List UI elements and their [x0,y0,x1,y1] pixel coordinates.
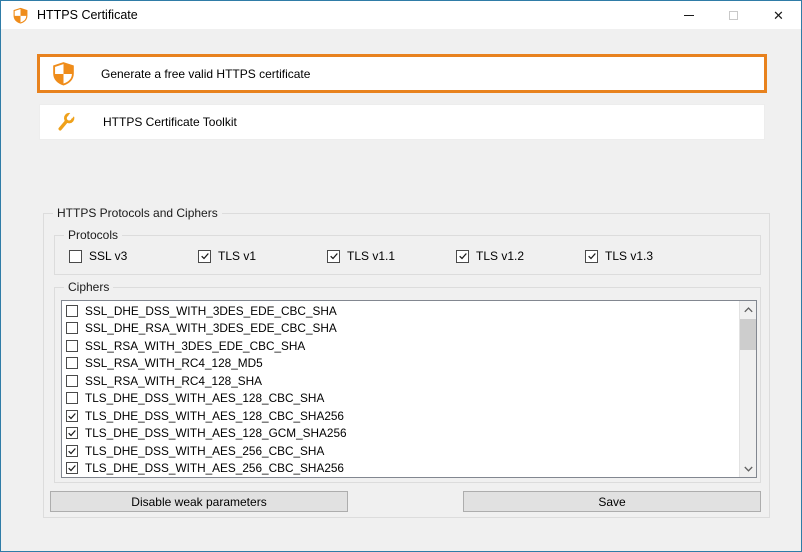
cipher-label: TLS_DHE_DSS_WITH_AES_128_GCM_SHA256 [85,426,347,440]
ciphers-scrollbar[interactable] [739,301,756,477]
protocols-and-ciphers-group-label: HTTPS Protocols and Ciphers [53,206,222,220]
checkbox-box [585,250,598,263]
protocol-label: TLS v1.1 [347,249,395,263]
checkbox-box [456,250,469,263]
minimize-icon [684,15,694,16]
checkbox-box [66,375,78,387]
disable-weak-parameters-button[interactable]: Disable weak parameters [50,491,348,512]
checkbox-box [66,340,78,352]
checkbox-box [66,392,78,404]
wrench-icon [53,110,78,135]
chevron-down-icon [744,466,753,472]
protocol-checkbox-tls-v1-2[interactable]: TLS v1.2 [456,249,585,263]
cipher-checkbox-tls-dhe-dss-with-aes-128-cbc-sha256[interactable]: TLS_DHE_DSS_WITH_AES_128_CBC_SHA256 [62,407,739,425]
shield-icon [12,7,29,24]
ciphers-group: Ciphers SSL_DHE_DSS_WITH_3DES_EDE_CBC_SH… [54,287,761,483]
cipher-checkbox-ssl-dhe-rsa-with-3des-ede-cbc-sha[interactable]: SSL_DHE_RSA_WITH_3DES_EDE_CBC_SHA [62,320,739,338]
protocols-and-ciphers-group: HTTPS Protocols and Ciphers Protocols SS… [43,213,770,518]
protocol-checkbox-tls-v1[interactable]: TLS v1 [198,249,327,263]
title-bar: HTTPS Certificate ✕ [1,1,801,29]
shield-icon [51,61,76,86]
checkbox-box [66,305,78,317]
certificate-toolkit-button[interactable]: HTTPS Certificate Toolkit [39,104,765,140]
cipher-checkbox-tls-dhe-dss-with-aes-128-gcm-sha256[interactable]: TLS_DHE_DSS_WITH_AES_128_GCM_SHA256 [62,425,739,443]
checkbox-box [327,250,340,263]
checkbox-box [69,250,82,263]
ciphers-listbox: SSL_DHE_DSS_WITH_3DES_EDE_CBC_SHA SSL_DHE… [61,300,757,478]
maximize-icon [729,11,738,20]
cipher-label: SSL_DHE_RSA_WITH_3DES_EDE_CBC_SHA [85,321,337,335]
close-button[interactable]: ✕ [756,1,801,29]
checkbox-box [66,427,78,439]
window-title: HTTPS Certificate [37,8,138,22]
save-button[interactable]: Save [463,491,761,512]
generate-certificate-button[interactable]: Generate a free valid HTTPS certificate [37,54,767,93]
checkbox-box [66,445,78,457]
protocols-group-label: Protocols [64,228,122,242]
cipher-label: SSL_DHE_DSS_WITH_3DES_EDE_CBC_SHA [85,304,337,318]
cipher-checkbox-ssl-rsa-with-rc4-128-sha[interactable]: SSL_RSA_WITH_RC4_128_SHA [62,372,739,390]
cipher-label: SSL_RSA_WITH_RC4_128_SHA [85,374,262,388]
scroll-up-button[interactable] [740,301,756,318]
protocols-checkbox-row: SSL v3 TLS v1 TLS v1.1 TLS v1.2 TLS v1.3 [69,248,714,264]
chevron-up-icon [744,307,753,313]
checkbox-box [198,250,211,263]
checkbox-box [66,462,78,474]
ciphers-group-label: Ciphers [64,280,113,294]
ciphers-list: SSL_DHE_DSS_WITH_3DES_EDE_CBC_SHA SSL_DHE… [62,301,739,477]
cipher-label: SSL_RSA_WITH_RC4_128_MD5 [85,356,263,370]
certificate-toolkit-label: HTTPS Certificate Toolkit [103,115,237,129]
minimize-button[interactable] [666,1,711,29]
cipher-checkbox-tls-dhe-dss-with-aes-256-cbc-sha256[interactable]: TLS_DHE_DSS_WITH_AES_256_CBC_SHA256 [62,460,739,478]
cipher-checkbox-ssl-rsa-with-rc4-128-md5[interactable]: SSL_RSA_WITH_RC4_128_MD5 [62,355,739,373]
protocol-checkbox-tls-v1-3[interactable]: TLS v1.3 [585,249,714,263]
protocol-label: TLS v1.3 [605,249,653,263]
protocol-checkbox-ssl-v3[interactable]: SSL v3 [69,249,198,263]
cipher-checkbox-ssl-dhe-dss-with-3des-ede-cbc-sha[interactable]: SSL_DHE_DSS_WITH_3DES_EDE_CBC_SHA [62,302,739,320]
close-icon: ✕ [773,9,784,22]
cipher-label: TLS_DHE_DSS_WITH_AES_256_CBC_SHA256 [85,461,344,475]
app-window: HTTPS Certificate ✕ Generate a free vali… [0,0,802,552]
scroll-down-button[interactable] [740,460,756,477]
cipher-label: TLS_DHE_DSS_WITH_AES_128_CBC_SHA [85,391,324,405]
protocols-group: Protocols SSL v3TLS v1TLS v1.1TLS v1.2TL… [54,235,761,275]
protocol-label: TLS v1.2 [476,249,524,263]
scrollbar-track[interactable] [740,318,756,460]
maximize-button[interactable] [711,1,756,29]
cipher-checkbox-ssl-rsa-with-3des-ede-cbc-sha[interactable]: SSL_RSA_WITH_3DES_EDE_CBC_SHA [62,337,739,355]
protocol-checkbox-tls-v1-1[interactable]: TLS v1.1 [327,249,456,263]
cipher-label: TLS_DHE_DSS_WITH_AES_128_CBC_SHA256 [85,409,344,423]
cipher-checkbox-tls-dhe-dss-with-aes-256-cbc-sha[interactable]: TLS_DHE_DSS_WITH_AES_256_CBC_SHA [62,442,739,460]
checkbox-box [66,410,78,422]
protocol-label: SSL v3 [89,249,127,263]
protocol-label: TLS v1 [218,249,256,263]
scrollbar-thumb[interactable] [740,319,756,350]
cipher-label: SSL_RSA_WITH_3DES_EDE_CBC_SHA [85,339,305,353]
cipher-checkbox-tls-dhe-dss-with-aes-128-cbc-sha[interactable]: TLS_DHE_DSS_WITH_AES_128_CBC_SHA [62,390,739,408]
cipher-label: TLS_DHE_DSS_WITH_AES_256_CBC_SHA [85,444,324,458]
generate-certificate-label: Generate a free valid HTTPS certificate [101,67,310,81]
checkbox-box [66,322,78,334]
checkbox-box [66,357,78,369]
